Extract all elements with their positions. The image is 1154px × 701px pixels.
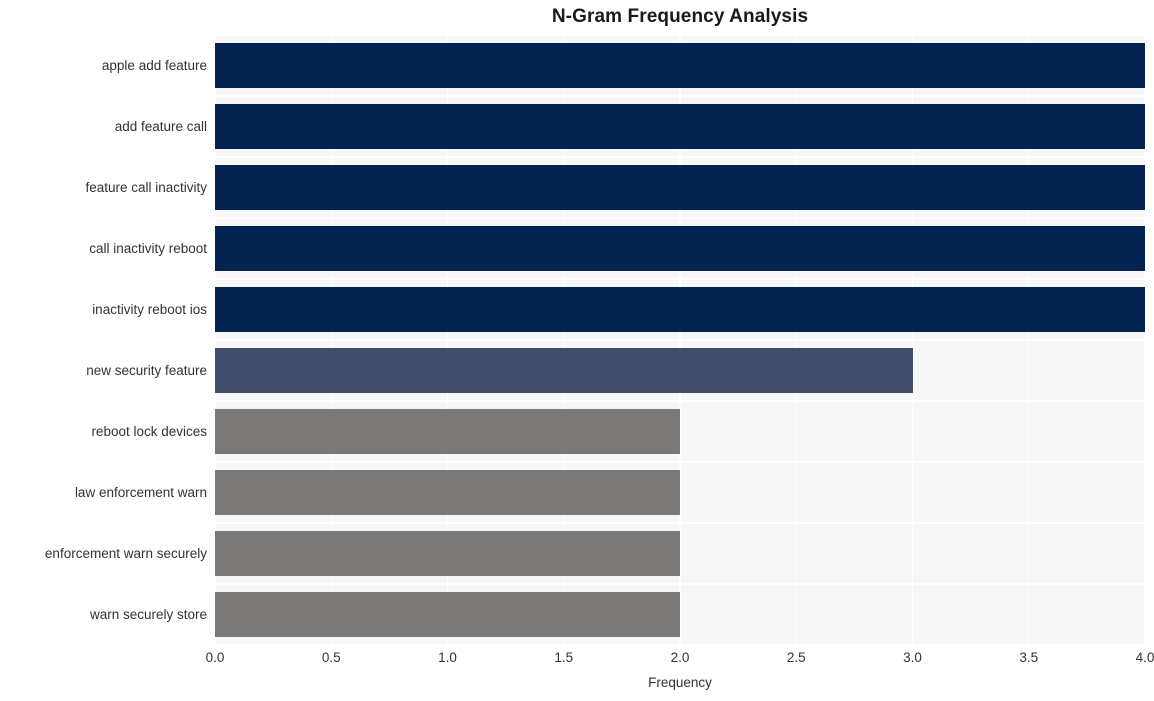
x-axis-tick-label: 0.0	[205, 650, 225, 665]
x-axis-tick-label: 1.5	[554, 650, 574, 665]
y-axis-tick-label: new security feature	[86, 363, 207, 378]
chart-title: N-Gram Frequency Analysis	[551, 6, 809, 27]
bar	[215, 287, 1145, 332]
x-axis-tick-label: 1.0	[438, 650, 457, 665]
x-axis-tick-label: 0.5	[321, 650, 341, 665]
x-axis-tick-label: 2.5	[786, 650, 806, 665]
bar	[215, 409, 680, 454]
bar	[215, 226, 1145, 271]
y-axis-tick-label: enforcement warn securely	[44, 546, 207, 561]
bar	[215, 470, 680, 515]
y-axis-tick-label: law enforcement warn	[74, 485, 207, 500]
y-axis-tick-label: warn securely store	[89, 607, 207, 622]
x-axis-tick-label: 2.0	[670, 650, 690, 665]
bar-series	[215, 35, 1145, 645]
y-axis-tick-label: apple add feature	[101, 58, 207, 73]
x-axis-tick-label: 3.5	[1019, 650, 1039, 665]
chart-figure: N-Gram Frequency Analysis apple add feat…	[0, 0, 1154, 701]
y-axis-tick-label: reboot lock devices	[91, 424, 207, 439]
y-axis-tick-label: add feature call	[114, 119, 207, 134]
x-axis-tick-labels: 0.0 0.5 1.0 1.5 2.0 2.5 3.0 3.5 4.0	[206, 650, 1154, 670]
bar	[215, 531, 680, 576]
bar	[215, 104, 1145, 149]
y-axis-tick-labels: apple add feature add feature call feature…	[0, 35, 207, 645]
y-axis-tick-label: call inactivity reboot	[89, 241, 207, 256]
y-axis-tick-label: feature call inactivity	[85, 180, 207, 195]
bar	[215, 592, 680, 637]
x-axis-tick-label: 3.0	[903, 650, 922, 665]
bar	[215, 165, 1145, 210]
bar	[215, 348, 913, 393]
y-axis-tick-label: inactivity reboot ios	[92, 302, 207, 317]
x-axis-title: Frequency	[648, 675, 712, 690]
plot-area	[215, 35, 1145, 645]
bar	[215, 43, 1145, 88]
x-axis-tick-label: 4.0	[1135, 650, 1154, 665]
